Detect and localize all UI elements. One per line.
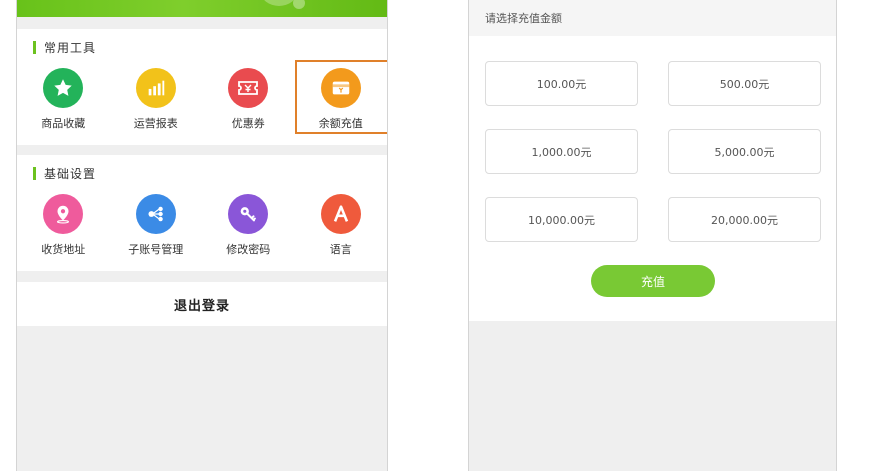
tool-label: 余额充值 (318, 117, 363, 130)
common-tools-section: 常用工具 商品收藏 运营报表 优惠券 余额充值 (17, 29, 387, 145)
amount-option[interactable]: 5,000.00元 (668, 129, 821, 174)
tool-label: 优惠券 (231, 117, 265, 130)
location-pin-icon (43, 194, 84, 234)
tool-label: 商品收藏 (41, 117, 86, 130)
section-title: 常用工具 (33, 39, 96, 55)
setting-shipping-address[interactable]: 收货地址 (17, 189, 110, 265)
coupon-icon (228, 68, 269, 108)
amount-option[interactable]: 20,000.00元 (668, 197, 821, 242)
setting-label: 收货地址 (41, 243, 86, 256)
amount-option[interactable]: 1,000.00元 (485, 129, 638, 174)
amount-option[interactable]: 500.00元 (668, 61, 821, 106)
amount-option[interactable]: 100.00元 (485, 61, 638, 106)
logout-button[interactable]: 退出登录 (17, 282, 387, 326)
logout-label: 退出登录 (173, 298, 230, 314)
recharge-screen: 请选择充值金额 100.00元 500.00元 1,000.00元 5,000.… (468, 0, 837, 471)
setting-language[interactable]: 语言 (295, 189, 388, 265)
setting-change-password[interactable]: 修改密码 (202, 189, 295, 265)
wallet-icon (320, 68, 361, 108)
tool-favorites[interactable]: 商品收藏 (17, 63, 110, 139)
banner-decoration (261, 0, 297, 6)
account-screen: 常用工具 商品收藏 运营报表 优惠券 余额充值 基础设置 收货地址 子账号管理 … (16, 0, 388, 471)
setting-label: 语言 (329, 243, 352, 256)
header-banner (17, 0, 387, 17)
setting-label: 修改密码 (226, 243, 271, 256)
settings-grid: 收货地址 子账号管理 修改密码 语言 (17, 189, 387, 265)
recharge-button[interactable]: 充值 (591, 265, 715, 297)
letter-a-icon (320, 194, 361, 234)
setting-label: 子账号管理 (128, 243, 184, 256)
tools-grid: 商品收藏 运营报表 优惠券 余额充值 (17, 60, 387, 139)
share-nodes-icon (135, 194, 176, 234)
tool-reports[interactable]: 运营报表 (110, 63, 203, 139)
key-icon (228, 194, 269, 234)
section-marker (33, 166, 36, 180)
amount-option[interactable]: 10,000.00元 (485, 197, 638, 242)
tool-label: 运营报表 (133, 117, 178, 130)
tool-coupons[interactable]: 优惠券 (202, 63, 295, 139)
tool-balance-recharge[interactable]: 余额充值 (294, 60, 387, 139)
basic-settings-section: 基础设置 收货地址 子账号管理 修改密码 语言 (17, 155, 387, 271)
setting-sub-accounts[interactable]: 子账号管理 (110, 189, 203, 265)
section-title: 基础设置 (33, 165, 96, 181)
section-marker (33, 40, 36, 54)
recharge-prompt: 请选择充值金额 (469, 0, 836, 36)
star-icon (43, 68, 84, 108)
bar-chart-icon (135, 68, 176, 108)
amount-panel: 100.00元 500.00元 1,000.00元 5,000.00元 10,0… (469, 36, 836, 321)
banner-decoration (293, 0, 305, 9)
